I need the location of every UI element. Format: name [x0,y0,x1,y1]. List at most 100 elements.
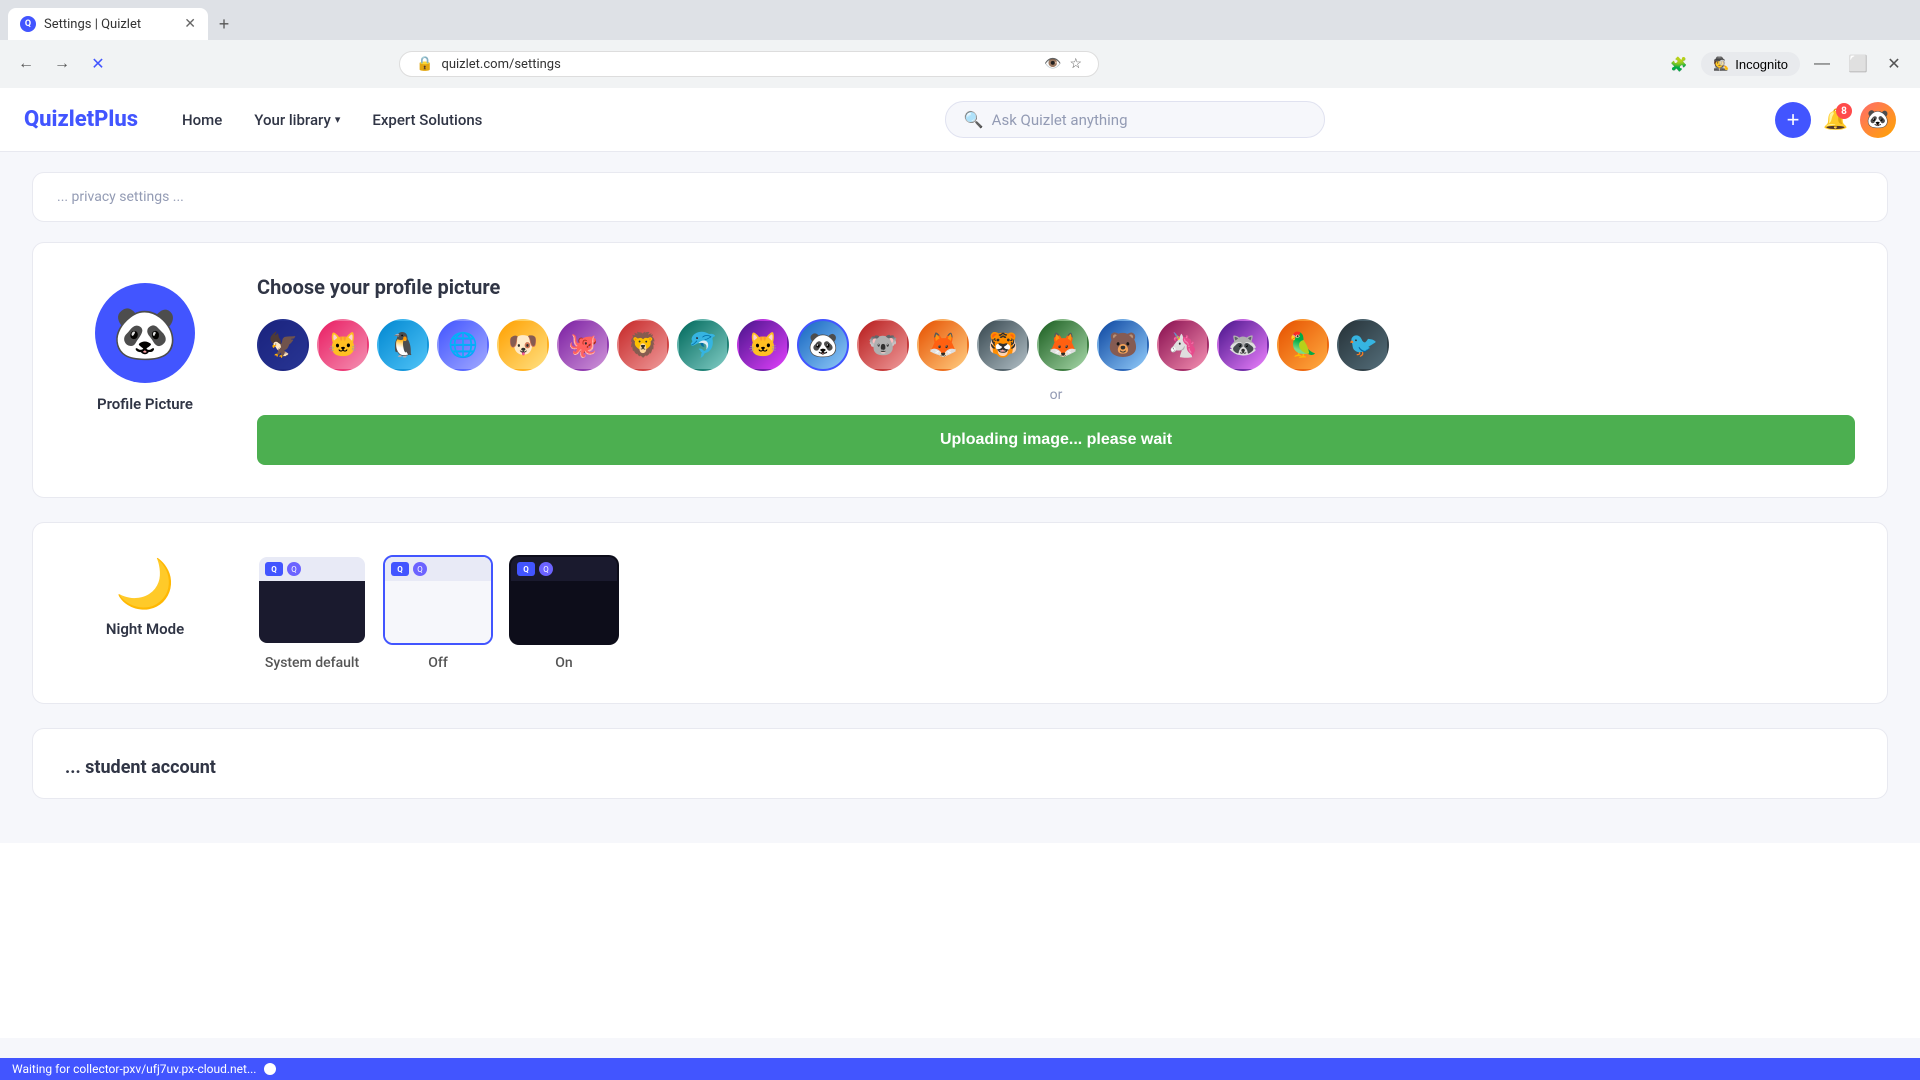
avatar-option-selected[interactable]: 🐼 [797,319,849,371]
profile-pic-layout: 🐼 Profile Picture Choose your profile pi… [65,275,1855,465]
theme-body-dark [259,581,365,643]
off-icon-circle: Q [413,562,427,576]
on-label: On [555,655,572,671]
app-wrapper: QuizletPlus Home Your library ▾ Expert S… [0,88,1920,1038]
theme-option-system[interactable]: Q Q System default [257,555,367,671]
night-mode-section: 🌙 Night Mode Q Q System [32,522,1888,704]
avatar-option[interactable]: 🦅 [257,319,309,371]
status-bar: Waiting for collector-pxv/ufj7uv.px-clou… [0,1058,1920,1080]
scrolled-top-section: ... privacy settings ... [32,172,1888,222]
main-content: ... privacy settings ... 🐼 Profile Pictu… [0,152,1920,843]
night-mode-layout: 🌙 Night Mode Q Q System [65,555,1855,671]
back-button[interactable]: ← [12,50,40,78]
tab-close-button[interactable]: ✕ [184,16,196,32]
avatar-option[interactable]: 🐙 [557,319,609,371]
browser-controls: ← → ✕ 🔒 quizlet.com/settings 👁️ ☆ 🧩 🕵️ I… [0,40,1920,88]
eye-slash-icon: 👁️ [1044,56,1061,72]
night-mode-label: Night Mode [106,620,184,638]
nav-search: 🔍 Ask Quizlet anything [494,101,1775,138]
avatar-option[interactable]: 🐧 [377,319,429,371]
nav-actions: + 🔔 8 🐼 [1775,102,1896,138]
avatar-option[interactable]: 🐦 [1337,319,1389,371]
notifications-container: 🔔 8 [1823,107,1848,132]
new-tab-button[interactable]: + [208,8,240,40]
avatar-option[interactable]: 🦊 [1037,319,1089,371]
incognito-button[interactable]: 🕵️ Incognito [1701,52,1800,76]
profile-left: 🐼 Profile Picture [65,275,225,465]
nav-home-label: Home [182,111,222,129]
reload-button[interactable]: ✕ [84,50,112,78]
avatar-option[interactable]: 🦄 [1157,319,1209,371]
url-display: quizlet.com/settings [441,57,1036,72]
minimize-button[interactable]: — [1808,50,1836,78]
incognito-label: Incognito [1735,57,1788,72]
search-placeholder: Ask Quizlet anything [992,111,1128,129]
student-account-title: ... student account [65,757,1855,778]
nav-links: Home Your library ▾ Expert Solutions [170,103,494,137]
tab-favicon: Q [20,16,36,32]
nav-link-your-library[interactable]: Your library ▾ [242,103,352,137]
avatar-option[interactable]: 🦊 [917,319,969,371]
avatar-option[interactable]: 🐨 [857,319,909,371]
avatar-option[interactable]: 🦜 [1277,319,1329,371]
nav-library-label: Your library [254,111,331,129]
profile-picture-section: 🐼 Profile Picture Choose your profile pi… [32,242,1888,498]
on-preview: Q Q [509,555,619,645]
or-divider: or [257,387,1855,403]
extensions-button[interactable]: 🧩 [1665,50,1693,78]
system-default-label: System default [265,655,359,671]
theme-option-on[interactable]: Q Q On [509,555,619,671]
create-button[interactable]: + [1775,102,1811,138]
on-icon-circle: Q [539,562,553,576]
nav-expert-label: Expert Solutions [372,111,482,129]
forward-button[interactable]: → [48,50,76,78]
avatar-option[interactable]: 🦝 [1217,319,1269,371]
avatar-option[interactable]: 🐬 [677,319,729,371]
bookmark-icon: ☆ [1069,56,1082,72]
theme-icon-circle: Q [287,562,301,576]
avatar-option[interactable]: 🌐 [437,319,489,371]
address-bar[interactable]: 🔒 quizlet.com/settings 👁️ ☆ [399,51,1099,77]
moon-icon: 🌙 [115,555,175,612]
profile-picture-title: Choose your profile picture [257,275,1855,299]
profile-picture-label: Profile Picture [97,395,193,413]
on-logo: Q [517,562,535,576]
top-nav: QuizletPlus Home Your library ▾ Expert S… [0,88,1920,152]
theme-body-light [385,581,491,643]
system-default-preview: Q Q [257,555,367,645]
avatar-option[interactable]: 🦁 [617,319,669,371]
browser-tabs: Q Settings | Quizlet ✕ + [0,0,1920,40]
nav-link-home[interactable]: Home [170,103,234,137]
profile-right: Choose your profile picture 🦅 🐱 🐧 🌐 🐶 🐙 … [257,275,1855,465]
off-preview: Q Q [383,555,493,645]
incognito-icon: 🕵️ [1713,56,1729,72]
off-logo: Q [391,562,409,576]
avatar-option[interactable]: 🐱 [737,319,789,371]
user-avatar[interactable]: 🐼 [1860,102,1896,138]
night-mode-options: Q Q System default Q Q [257,555,619,671]
avatar-option[interactable]: 🐯 [977,319,1029,371]
partial-settings-text: ... privacy settings ... [57,189,184,205]
active-tab[interactable]: Q Settings | Quizlet ✕ [8,8,208,40]
theme-option-off[interactable]: Q Q Off [383,555,493,671]
browser-chrome: Q Settings | Quizlet ✕ + ← → ✕ 🔒 quizlet… [0,0,1920,88]
status-text: Waiting for collector-pxv/ufj7uv.px-clou… [12,1062,256,1076]
nav-link-expert-solutions[interactable]: Expert Solutions [360,103,494,137]
logo[interactable]: QuizletPlus [24,107,138,132]
search-bar[interactable]: 🔍 Ask Quizlet anything [945,101,1325,138]
avatar-option[interactable]: 🐻 [1097,319,1149,371]
avatar-option[interactable]: 🐶 [497,319,549,371]
student-account-section: ... student account [32,728,1888,799]
notification-badge: 8 [1836,103,1852,119]
library-chevron-icon: ▾ [335,113,341,126]
close-button[interactable]: ✕ [1880,50,1908,78]
theme-body-on-dark [511,581,617,643]
theme-logo-icon: Q [265,562,283,576]
search-icon: 🔍 [964,110,984,129]
upload-image-button[interactable]: Uploading image... please wait [257,415,1855,465]
browser-actions: 🧩 🕵️ Incognito — ⬜ ✕ [1665,50,1908,78]
off-label: Off [428,655,448,671]
avatar-option[interactable]: 🐱 [317,319,369,371]
tab-title: Settings | Quizlet [44,17,141,32]
maximize-button[interactable]: ⬜ [1844,50,1872,78]
